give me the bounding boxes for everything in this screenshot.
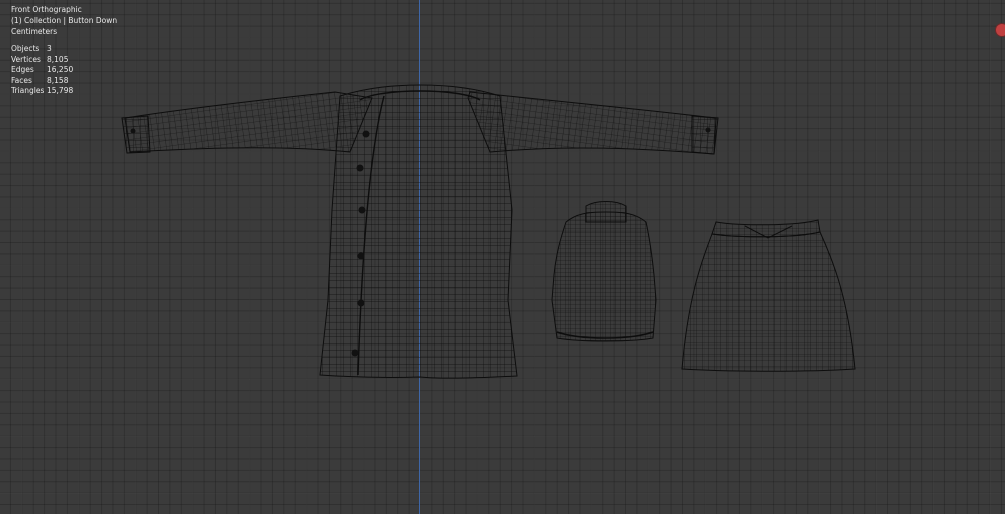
- vest-mesh[interactable]: [551, 201, 657, 342]
- stat-label: Triangles: [11, 86, 45, 95]
- skirt-body: [681, 231, 856, 372]
- cuff-button: [130, 128, 136, 134]
- shirt-button: [356, 164, 364, 172]
- shirt-left-sleeve: [124, 91, 373, 153]
- units-label: Centimeters: [11, 27, 58, 36]
- shirt-left-cuff: [121, 115, 151, 154]
- skirt-waistband: [711, 219, 821, 238]
- scene-statistics: Objects 3 Vertices 8,105 Edges 16,250 Faces…: [11, 44, 73, 97]
- stat-row-edges: Edges 16,250: [11, 65, 73, 76]
- stat-label: Objects: [11, 44, 40, 53]
- shirt-right-cuff: [691, 115, 719, 155]
- wireframe-scene[interactable]: [0, 0, 1005, 514]
- 3d-viewport[interactable]: Front Orthographic (1) Collection | Butt…: [0, 0, 1005, 514]
- shirt-button: [351, 349, 359, 357]
- stat-label: Edges: [11, 65, 34, 74]
- shirt-button: [358, 206, 366, 214]
- skirt-mesh[interactable]: [681, 219, 856, 372]
- stat-label: Vertices: [11, 54, 41, 64]
- record-icon[interactable]: [996, 24, 1005, 36]
- stat-row-objects: Objects 3: [11, 44, 73, 55]
- stat-row-faces: Faces 8,158: [11, 76, 73, 87]
- view-name-label: Front Orthographic: [11, 5, 82, 14]
- collection-label: (1) Collection | Button Down: [11, 16, 118, 25]
- stat-value: 3: [47, 44, 52, 53]
- shirt-button: [362, 130, 370, 138]
- cuff-button: [705, 127, 711, 133]
- vest-body: [551, 211, 657, 342]
- shirt-button: [357, 252, 365, 260]
- shirt-body: [319, 84, 518, 379]
- stat-value: 15,798: [47, 86, 74, 95]
- shirt-button: [357, 299, 365, 307]
- stat-value: 8,105: [47, 54, 69, 64]
- stat-row-triangles: Triangles 15,798: [11, 86, 73, 97]
- stat-value: 16,250: [47, 65, 74, 74]
- stat-value: 8,158: [47, 75, 69, 85]
- stat-row-vertices: Vertices 8,105: [11, 55, 73, 66]
- stat-label: Faces: [11, 75, 32, 85]
